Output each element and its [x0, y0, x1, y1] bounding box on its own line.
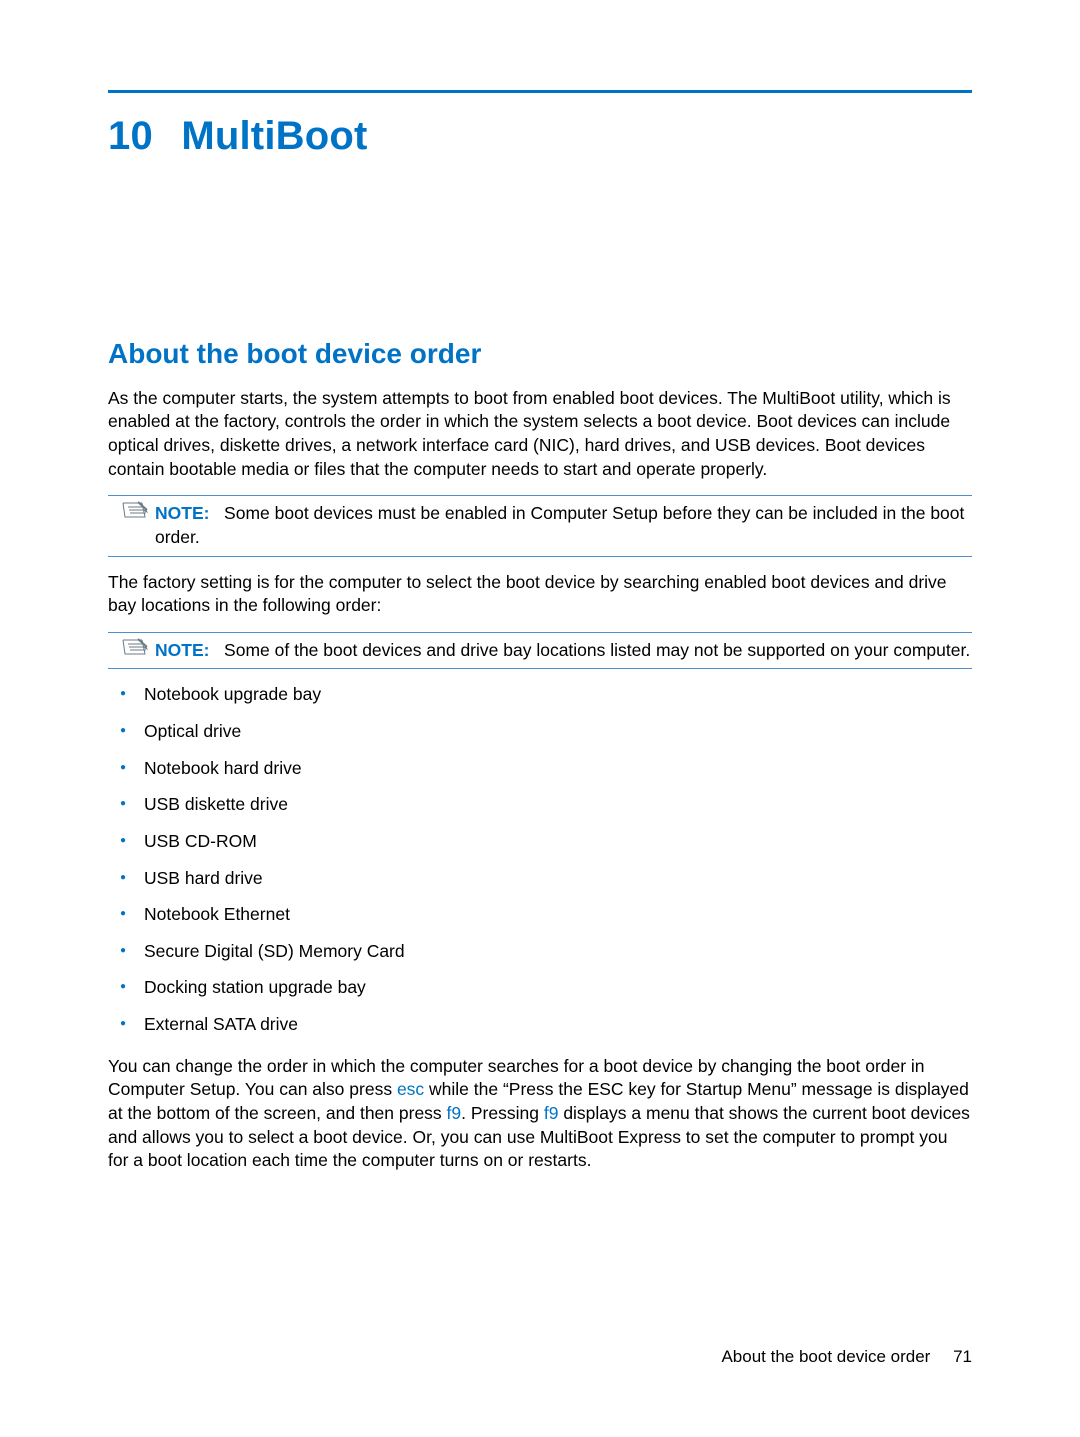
list-item: External SATA drive — [108, 1013, 972, 1037]
footer-title: About the boot device order — [721, 1347, 930, 1366]
list-item: Secure Digital (SD) Memory Card — [108, 940, 972, 964]
boot-order-list: Notebook upgrade bay Optical drive Noteb… — [108, 683, 972, 1036]
section-title: About the boot device order — [108, 335, 972, 373]
chapter-name: MultiBoot — [181, 114, 367, 158]
note-label: NOTE: — [155, 640, 209, 660]
list-item: USB CD-ROM — [108, 830, 972, 854]
intro-paragraph: As the computer starts, the system attem… — [108, 387, 972, 482]
key-esc: esc — [397, 1079, 424, 1099]
note-icon — [122, 500, 148, 520]
key-f9: f9 — [544, 1103, 559, 1123]
key-f9: f9 — [447, 1103, 462, 1123]
list-item: Notebook Ethernet — [108, 903, 972, 927]
top-rule — [108, 90, 972, 93]
note-block-1: NOTE: Some boot devices must be enabled … — [108, 495, 972, 556]
change-paragraph: You can change the order in which the co… — [108, 1055, 972, 1173]
note-1-text: Some boot devices must be enabled in Com… — [155, 503, 964, 547]
chapter-title: 10 MultiBoot — [108, 109, 972, 163]
page-footer: About the boot device order 71 — [721, 1346, 972, 1369]
list-item: Notebook hard drive — [108, 757, 972, 781]
list-item: Notebook upgrade bay — [108, 683, 972, 707]
note-2-text: Some of the boot devices and drive bay l… — [224, 640, 970, 660]
change-mid2: . Pressing — [461, 1103, 544, 1123]
list-item: Optical drive — [108, 720, 972, 744]
factory-paragraph: The factory setting is for the computer … — [108, 571, 972, 618]
chapter-number: 10 — [108, 109, 170, 163]
note-label: NOTE: — [155, 503, 209, 523]
list-item: USB hard drive — [108, 867, 972, 891]
document-page: 10 MultiBoot About the boot device order… — [0, 0, 1080, 1437]
note-icon — [122, 637, 148, 657]
footer-page-number: 71 — [953, 1347, 972, 1366]
list-item: Docking station upgrade bay — [108, 976, 972, 1000]
note-block-2: NOTE: Some of the boot devices and drive… — [108, 632, 972, 670]
list-item: USB diskette drive — [108, 793, 972, 817]
